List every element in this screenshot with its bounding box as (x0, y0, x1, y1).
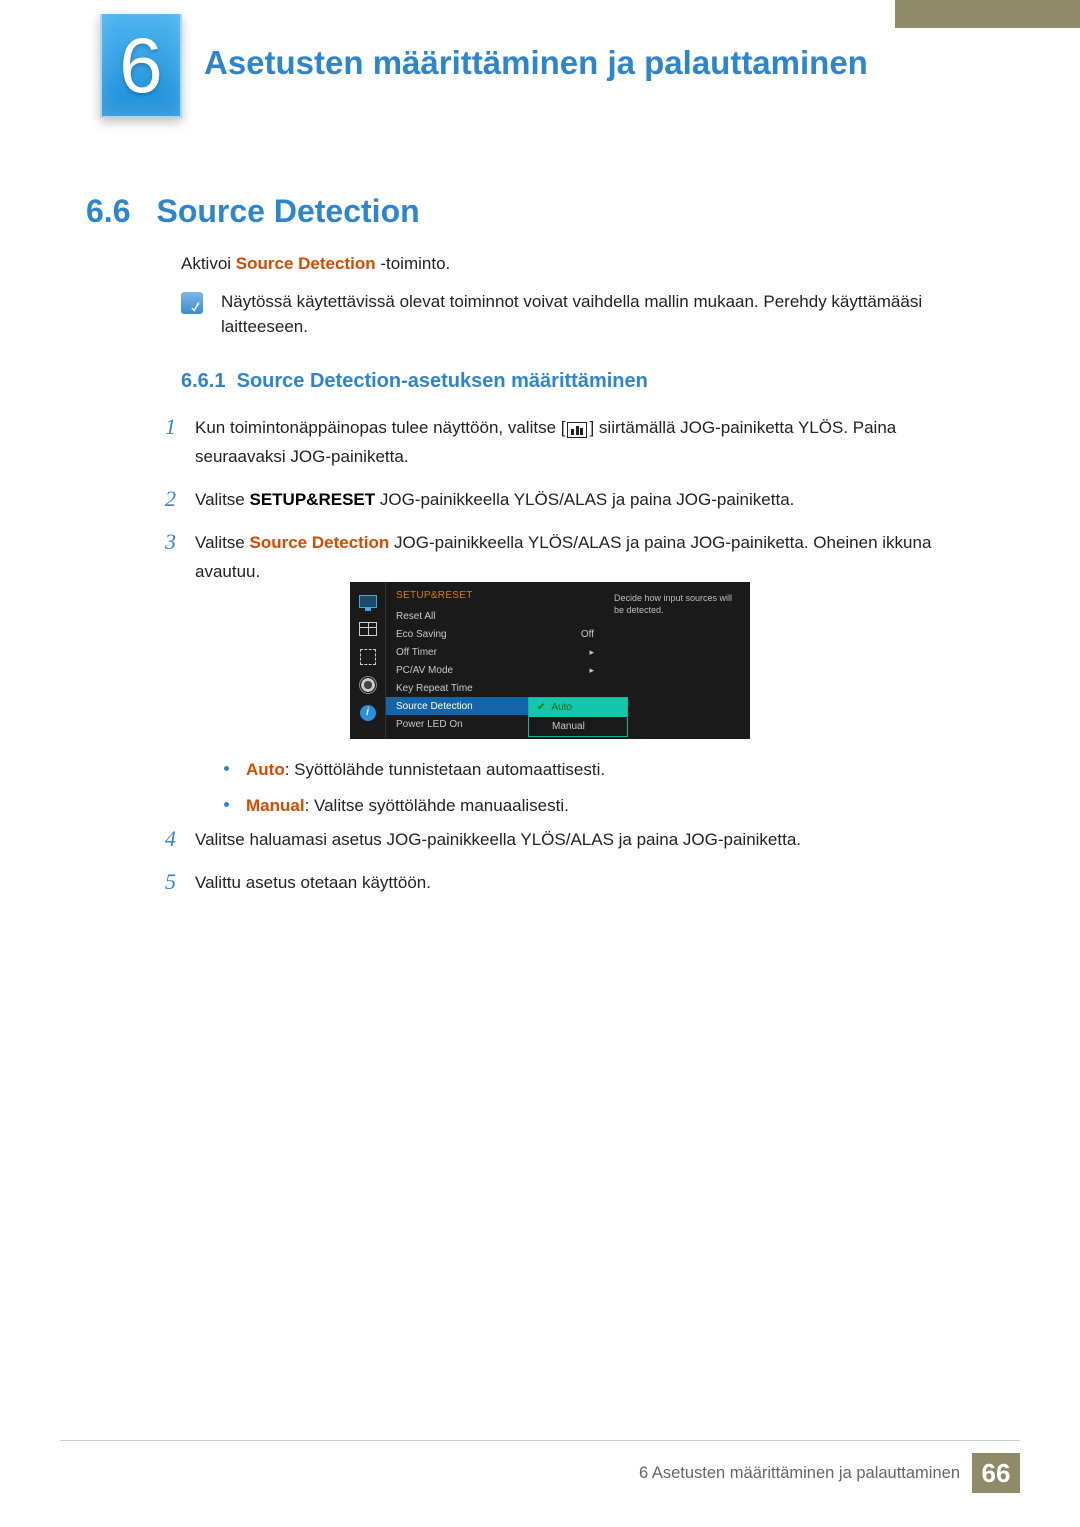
chapter-number: 6 (119, 20, 162, 111)
bullet-manual: Manual: Valitse syöttölähde manuaalisest… (224, 793, 944, 819)
bullet-auto: Auto: Syöttölähde tunnistetaan automaatt… (224, 757, 944, 783)
picture-icon (358, 592, 378, 610)
page-number: 66 (972, 1453, 1020, 1493)
feature-name: Source Detection (236, 254, 376, 273)
screen-icon (358, 620, 378, 638)
options-description: Auto: Syöttölähde tunnistetaan automaatt… (224, 757, 944, 828)
header-stripe (895, 0, 1080, 28)
footer-text: 6 Asetusten määrittäminen ja palauttamin… (639, 1453, 972, 1493)
step-number: 1 (165, 414, 195, 440)
footer-divider (60, 1440, 1020, 1441)
step-1: 1 Kun toimintonäppäinopas tulee näyttöön… (165, 414, 965, 472)
note-block: Näytössä käytettävissä olevat toiminnot … (181, 290, 961, 339)
section-number: 6.6 (86, 193, 130, 229)
step-number: 4 (165, 826, 195, 852)
info-icon: i (358, 704, 378, 722)
step-3: 3 Valitse Source Detection JOG-painikkee… (165, 529, 965, 587)
option-manual: Manual (529, 717, 627, 736)
intro-text: Aktivoi Source Detection -toiminto. (181, 254, 450, 274)
check-icon: ✔ (537, 702, 545, 713)
step-2: 2 Valitse SETUP&RESET JOG-painikkeella Y… (165, 486, 965, 515)
osd-row-eco: Eco SavingOff (386, 625, 606, 643)
step-number: 2 (165, 486, 195, 512)
chapter-tab: 6 (100, 14, 182, 118)
osd-options-popup: ✔Auto Manual (528, 697, 628, 737)
note-text: Näytössä käytettävissä olevat toiminnot … (221, 290, 961, 339)
chapter-title: Asetusten määrittäminen ja palauttaminen (204, 44, 868, 82)
step-5: 5 Valittu asetus otetaan käyttöön. (165, 869, 965, 898)
gear-icon (358, 676, 378, 694)
step-number: 5 (165, 869, 195, 895)
osd-row-pcav: PC/AV Mode▸ (386, 661, 606, 679)
osd-row-reset: Reset All (386, 607, 606, 625)
section-title: Source Detection (156, 193, 419, 229)
page-footer: 6 Asetusten määrittäminen ja palauttamin… (639, 1453, 1020, 1493)
section-heading: 6.6 Source Detection (86, 193, 420, 230)
step-number: 3 (165, 529, 195, 555)
steps-list: 1 Kun toimintonäppäinopas tulee näyttöön… (165, 414, 965, 600)
subsection-heading: 6.6.1 Source Detection-asetuksen määritt… (181, 370, 648, 393)
osd-row-keyrepeat: Key Repeat Time (386, 679, 606, 697)
subsection-title: Source Detection-asetuksen määrittäminen (237, 370, 648, 392)
osd-title: SETUP&RESET (386, 590, 606, 607)
size-icon (358, 648, 378, 666)
osd-sidebar: i (350, 582, 386, 739)
note-icon (181, 292, 203, 314)
steps-list-cont: 4 Valitse haluamasi asetus JOG-painikkee… (165, 826, 965, 912)
menu-icon (567, 422, 587, 438)
osd-row-offtimer: Off Timer▸ (386, 643, 606, 661)
option-auto-selected: ✔Auto (529, 698, 627, 717)
osd-screenshot: i SETUP&RESET Reset All Eco SavingOff Of… (350, 582, 750, 739)
subsection-number: 6.6.1 (181, 370, 225, 392)
step-4: 4 Valitse haluamasi asetus JOG-painikkee… (165, 826, 965, 855)
